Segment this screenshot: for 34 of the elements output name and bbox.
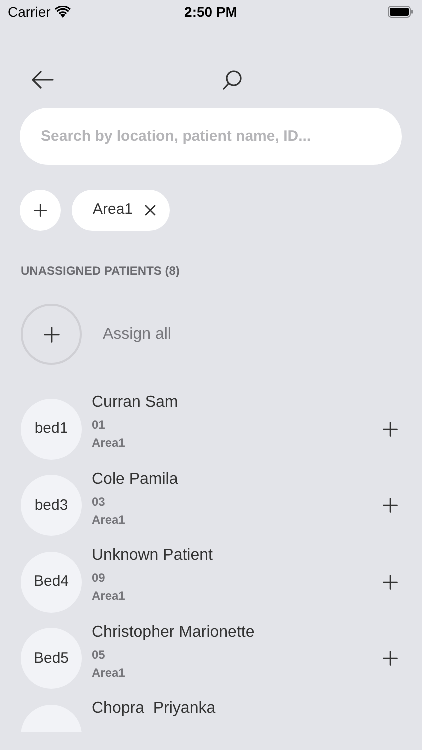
- carrier-label: Carrier: [8, 2, 51, 22]
- wifi-icon: [54, 6, 71, 18]
- patient-id: 03: [92, 494, 106, 510]
- patient-name: Chopra Priyanka: [92, 699, 217, 719]
- assign-all-button[interactable]: Assign all: [0, 304, 192, 365]
- plus-icon: [382, 574, 399, 591]
- patient-area: Area1: [92, 664, 382, 680]
- search-field[interactable]: Search by location, patient name, ID...: [20, 108, 402, 165]
- patient-area: Area1: [92, 588, 382, 604]
- patient-name: Christopher Marionette: [92, 622, 256, 642]
- plus-icon: [382, 420, 399, 438]
- section-title: UNASSIGNED PATIENTS (8): [20, 263, 181, 280]
- plus-icon: [42, 326, 60, 344]
- plus-icon: [33, 203, 48, 218]
- patient-area: Area1: [92, 435, 382, 451]
- patient-id: 05: [92, 646, 106, 662]
- bed-label: bed1: [34, 419, 68, 439]
- close-icon[interactable]: [145, 205, 156, 216]
- filter-label: Area1: [93, 200, 134, 220]
- back-button[interactable]: [32, 69, 54, 91]
- patient-name: Cole Pamila: [92, 470, 180, 490]
- patient-id: 09: [92, 570, 106, 586]
- plus-icon: [382, 650, 399, 668]
- bed-label: Bed4: [34, 572, 70, 592]
- search-button[interactable]: [222, 69, 244, 91]
- bed-label: bed3: [34, 496, 68, 516]
- plus-icon: [382, 497, 399, 514]
- bed-label: Bed5: [34, 648, 70, 668]
- patient-name: Curran Sam: [92, 393, 180, 413]
- patient-area: Area1: [92, 512, 382, 528]
- clock-label: 2:50 PM: [184, 2, 238, 22]
- patient-name: Unknown Patient: [92, 546, 214, 566]
- patient-id: 01: [92, 417, 106, 433]
- battery-icon: [388, 6, 414, 18]
